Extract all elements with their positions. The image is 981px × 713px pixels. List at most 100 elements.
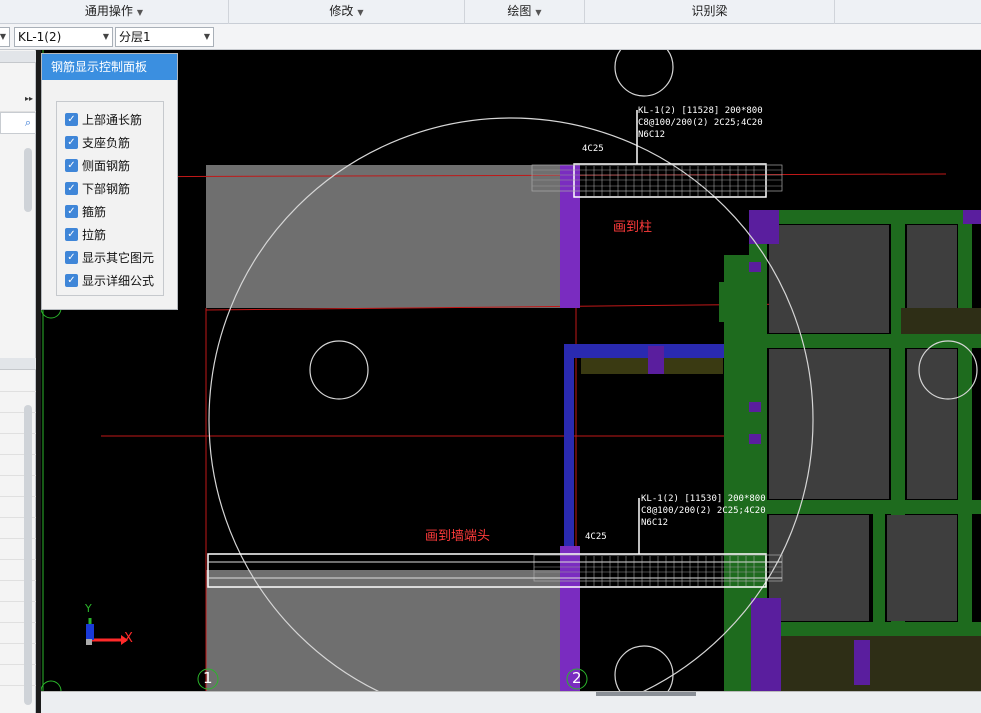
menu-draw-label: 绘图	[507, 4, 532, 18]
chevron-down-icon: ▼	[535, 8, 542, 17]
element-combo[interactable]: KL-1(2) ▼	[14, 27, 113, 47]
column-purple	[854, 640, 870, 685]
grip-handle[interactable]	[309, 340, 369, 400]
room-fill	[887, 515, 957, 621]
support-bar-bottom-label: 4C25	[585, 532, 607, 542]
checkbox-icon[interactable]: ✓	[65, 273, 78, 287]
chevron-down-icon: ▼	[136, 8, 144, 17]
wall-blue	[564, 344, 574, 569]
beam-bottom-label[interactable]: KL-1(2) [11530] 200*800 C8@100/200(2) 2C…	[641, 493, 766, 529]
wall-blue	[564, 344, 724, 358]
beam-top-label[interactable]: KL-1(2) [11528] 200*800 C8@100/200(2) 2C…	[638, 105, 763, 141]
column-purple	[963, 210, 981, 224]
rebar-display-panel: 钢筋显示控制面板 ✓ 上部通长筋 ✓ 支座负筋 ✓ 侧面钢筋 ✓ 下部钢筋 ✓ 箍筋 ✓ 拉…	[41, 53, 178, 310]
beam-bottom-label-line1: KL-1(2) [11530] 200*800	[641, 494, 766, 504]
option-label: 拉筋	[82, 227, 107, 242]
menu-general-ops[interactable]: 通用操作 ▼	[0, 0, 229, 24]
list-item	[0, 371, 36, 392]
scroll-tab[interactable]	[596, 692, 696, 696]
room-fill	[769, 225, 889, 333]
menu-identify-beam-label: 识别梁	[691, 4, 728, 18]
room-fill-olive	[901, 308, 981, 334]
menu-bar: 通用操作 ▼ 修改 ▼ 绘图 ▼ 识别梁	[0, 0, 981, 24]
checkbox-icon[interactable]: ✓	[65, 250, 78, 264]
option-label: 上部通长筋	[82, 112, 143, 127]
menu-general-ops-label: 通用操作	[84, 4, 133, 18]
column-purple	[749, 402, 761, 412]
stirrups-top	[585, 166, 755, 196]
search-icon[interactable]: ⌕	[0, 112, 36, 134]
beam-top-label-line3: N6C12	[638, 130, 666, 140]
slab-lower	[206, 570, 576, 691]
panel-title: 钢筋显示控制面板	[42, 54, 177, 80]
option-show-formula[interactable]: ✓ 显示详细公式	[65, 271, 154, 289]
scrollbar-thumb[interactable]	[24, 405, 32, 705]
beam-bottom-label-line3: N6C12	[641, 518, 669, 528]
option-side-bar[interactable]: ✓ 侧面钢筋	[65, 156, 130, 174]
wall-green	[873, 514, 885, 624]
wall-green	[767, 210, 981, 224]
menu-identify-beam[interactable]: 识别梁	[585, 0, 835, 24]
column-purple	[749, 262, 761, 272]
option-label: 显示详细公式	[82, 273, 155, 288]
column-purple	[560, 165, 580, 308]
y-axis-label: Y	[85, 602, 92, 615]
layer-combo-value: 分层1	[119, 30, 151, 44]
option-top-through-bar[interactable]: ✓ 上部通长筋	[65, 110, 142, 128]
support-bar-top-label: 4C25	[582, 144, 604, 154]
option-label: 箍筋	[82, 204, 107, 219]
menu-draw[interactable]: 绘图 ▼	[465, 0, 585, 24]
grip-handle[interactable]	[614, 50, 674, 97]
option-tie-bar[interactable]: ✓ 拉筋	[65, 225, 106, 243]
option-support-negative-bar[interactable]: ✓ 支座负筋	[65, 133, 130, 151]
column-purple	[749, 434, 761, 444]
option-label: 下部钢筋	[82, 181, 131, 196]
drawing-svg	[41, 50, 981, 691]
beam-top-outline[interactable]	[573, 163, 767, 198]
option-bottom-bar[interactable]: ✓ 下部钢筋	[65, 179, 130, 197]
beam-top-label-line1: KL-1(2) [11528] 200*800	[638, 106, 763, 116]
column-purple	[751, 598, 781, 691]
checkbox-icon[interactable]: ✓	[65, 227, 78, 241]
annotation-to-wall-end: 画到墙端头	[425, 529, 491, 544]
toolbar: ▼ KL-1(2) ▼ 分层1 ▼	[0, 24, 981, 50]
left-pane: ▸▸ ⌕	[0, 50, 36, 713]
layer-combo[interactable]: 分层1 ▼	[115, 27, 214, 47]
menu-modify[interactable]: 修改 ▼	[229, 0, 465, 24]
annotation-to-column: 画到柱	[613, 220, 653, 235]
checkbox-icon[interactable]: ✓	[65, 181, 78, 195]
room-fill	[907, 349, 957, 499]
option-show-other-elements[interactable]: ✓ 显示其它图元	[65, 248, 154, 266]
option-stirrup[interactable]: ✓ 箍筋	[65, 202, 106, 220]
axis-label-1: 1	[203, 669, 213, 687]
menu-modify-label: 修改	[329, 4, 354, 18]
left-pane-header	[0, 51, 36, 63]
z-axis-block	[86, 624, 94, 640]
slab-upper	[206, 165, 576, 308]
panel-options-box: ✓ 上部通长筋 ✓ 支座负筋 ✓ 侧面钢筋 ✓ 下部钢筋 ✓ 箍筋 ✓ 拉筋 ✓ 显示其它图元…	[56, 101, 164, 296]
chevron-down-icon: ▼	[203, 32, 210, 41]
checkbox-icon[interactable]: ✓	[65, 112, 78, 126]
room-fill	[769, 349, 889, 499]
chevron-down-icon: ▼	[0, 32, 6, 41]
room-fill-olive	[767, 636, 981, 691]
type-combo[interactable]: ▼	[0, 27, 10, 47]
drawing-canvas[interactable]: KL-1(2) [11528] 200*800 C8@100/200(2) 2C…	[41, 50, 981, 691]
origin-marker	[86, 639, 92, 645]
checkbox-icon[interactable]: ✓	[65, 158, 78, 172]
axis-bubble-a	[41, 680, 62, 691]
beam-top-label-line2: C8@100/200(2) 2C25;4C20	[638, 118, 763, 128]
checkbox-icon[interactable]: ✓	[65, 135, 78, 149]
app-window: 通用操作 ▼ 修改 ▼ 绘图 ▼ 识别梁 ▼ KL-1(2) ▼ 分层1 ▼ ▸▸ ⌕	[0, 0, 981, 713]
column-purple	[648, 346, 664, 374]
column-purple	[749, 210, 779, 244]
expand-icon[interactable]: ▸▸	[0, 86, 36, 112]
checkbox-icon[interactable]: ✓	[65, 204, 78, 218]
chevron-down-icon: ▼	[102, 32, 109, 41]
scrollbar-thumb[interactable]	[24, 148, 32, 212]
wall-green	[958, 210, 972, 630]
left-pane-divider	[0, 358, 36, 370]
option-label: 支座负筋	[82, 135, 131, 150]
wall-green	[719, 282, 749, 322]
grip-handle[interactable]	[614, 645, 674, 691]
